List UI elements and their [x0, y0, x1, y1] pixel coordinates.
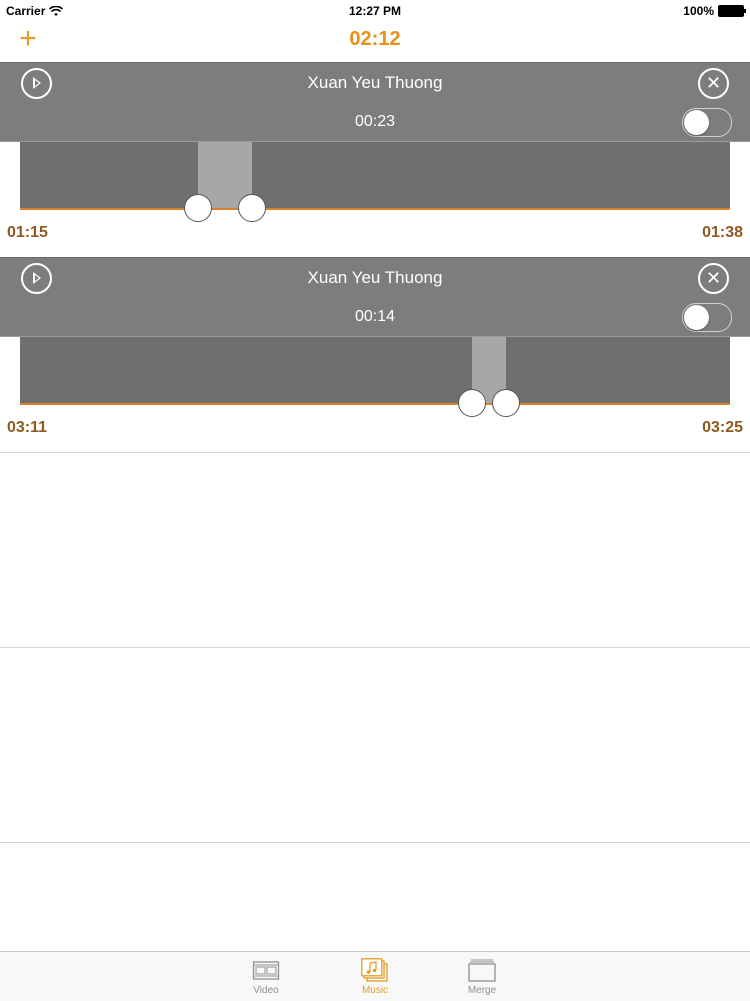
trim-start-time: 01:15 — [7, 224, 48, 241]
row-divider — [0, 647, 750, 648]
tab-label: Merge — [467, 985, 497, 996]
trim-start-time: 03:11 — [7, 419, 48, 436]
waveform-trimmer[interactable] — [20, 337, 730, 417]
toggle-knob — [684, 305, 709, 330]
track-header: Xuan Yeu Thuong ✕ — [0, 62, 750, 103]
row-divider — [0, 452, 750, 453]
track-subheader: 00:23 — [0, 102, 750, 142]
tab-bar: Video Music Merge — [0, 951, 750, 1001]
status-bar: Carrier 12:27 PM 100% — [0, 0, 750, 22]
close-icon: ✕ — [705, 268, 722, 288]
tab-label: Video — [253, 985, 279, 996]
trim-end-handle[interactable] — [238, 194, 267, 222]
music-icon — [361, 958, 389, 982]
remove-track-button[interactable]: ✕ — [698, 263, 729, 294]
film-icon — [252, 958, 280, 982]
row-divider — [0, 842, 750, 843]
close-icon: ✕ — [705, 73, 722, 93]
music-track-2: Xuan Yeu Thuong ✕ 00:14 03:11 03:25 — [0, 257, 750, 452]
trim-end-time: 01:38 — [702, 224, 743, 241]
track-subheader: 00:14 — [0, 297, 750, 337]
battery-percent: 100% — [683, 4, 714, 18]
trim-start-handle[interactable] — [183, 194, 212, 222]
tab-video[interactable]: Video — [236, 958, 296, 996]
tab-label: Music — [361, 985, 389, 996]
music-track-1: Xuan Yeu Thuong ✕ 00:23 01:15 01:38 — [0, 62, 750, 257]
merge-icon — [468, 958, 496, 982]
track-duration: 00:14 — [354, 308, 396, 325]
status-time: 12:27 PM — [348, 4, 402, 18]
remove-track-button[interactable]: ✕ — [698, 68, 729, 99]
trim-end-handle[interactable] — [492, 389, 521, 417]
status-right: 100% — [683, 4, 746, 18]
track-toggle[interactable] — [682, 303, 732, 332]
waveform-trimmer[interactable] — [20, 142, 730, 222]
tab-merge[interactable]: Merge — [452, 958, 512, 996]
trim-end-time: 03:25 — [702, 419, 743, 436]
toggle-knob — [684, 110, 709, 135]
trim-start-handle[interactable] — [458, 389, 487, 417]
track-title: Xuan Yeu Thuong — [307, 73, 443, 92]
track-toggle[interactable] — [682, 108, 732, 137]
battery-icon — [718, 5, 746, 17]
nav-bar: + 02:12 — [0, 22, 750, 63]
track-title: Xuan Yeu Thuong — [307, 268, 443, 287]
track-header: Xuan Yeu Thuong ✕ — [0, 257, 750, 298]
tab-music[interactable]: Music — [345, 958, 405, 996]
track-duration: 00:23 — [354, 113, 396, 130]
page-title: 02:12 — [349, 28, 401, 50]
